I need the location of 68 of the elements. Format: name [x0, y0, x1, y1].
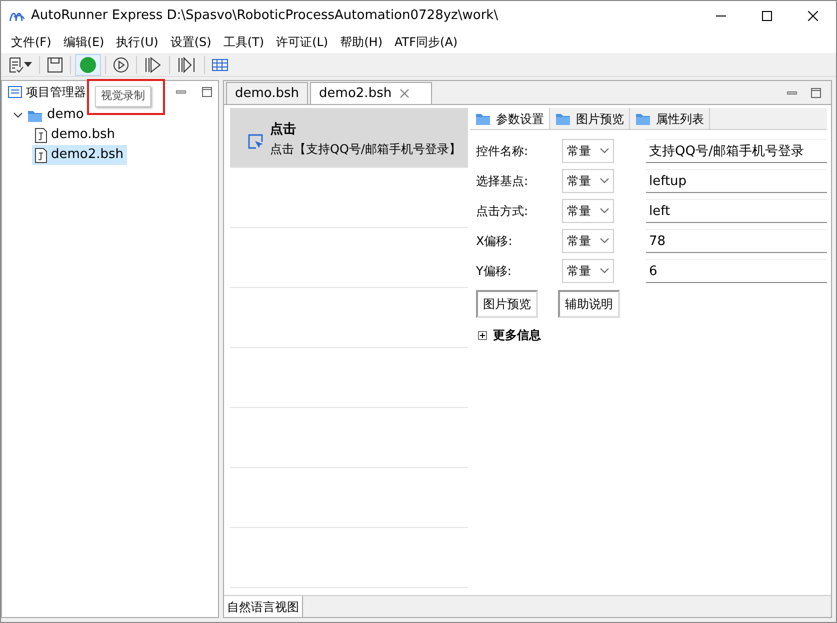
- menu-item[interactable]: 帮助(H): [334, 33, 389, 51]
- chevron-down-icon: [600, 238, 609, 244]
- value-field[interactable]: left: [646, 199, 827, 223]
- folder-icon: [475, 111, 491, 126]
- step-over-icon: [177, 56, 197, 72]
- mode-dropdown[interactable]: 常量: [562, 169, 614, 193]
- mode-dropdown[interactable]: 常量: [562, 259, 614, 283]
- expand-icon[interactable]: [478, 330, 487, 340]
- save-icon: [47, 56, 63, 72]
- value-field[interactable]: leftup: [646, 169, 827, 193]
- menu-item[interactable]: 设置(S): [164, 33, 218, 51]
- record-button[interactable]: [75, 54, 101, 76]
- action-button[interactable]: 辅助说明: [558, 290, 620, 318]
- editor-tab[interactable]: demo2.bsh: [310, 82, 432, 104]
- step-row[interactable]: 点击 点击【支持QQ号/邮箱手机号登录】: [230, 108, 468, 168]
- record-icon: [79, 56, 97, 74]
- maximize-icon[interactable]: [202, 87, 212, 97]
- panel-title: 项目管理器: [26, 84, 86, 101]
- chevron-down-icon: [600, 178, 609, 184]
- tooltip: 视觉录制: [95, 86, 151, 106]
- checklist-icon: [8, 56, 24, 72]
- view-tab[interactable]: 自然语言视图: [224, 596, 303, 617]
- folder-icon: [635, 111, 651, 126]
- chevron-down-icon: [600, 208, 609, 214]
- field-label: Y偏移:: [476, 263, 512, 280]
- value-field[interactable]: 6: [646, 259, 827, 283]
- action-button[interactable]: 图片预览: [476, 290, 538, 318]
- value-field[interactable]: 78: [646, 229, 827, 253]
- section-label: 更多信息: [493, 327, 541, 344]
- menu-item[interactable]: 许可证(L): [270, 33, 334, 51]
- chevron-down-icon[interactable]: [13, 110, 23, 120]
- tree-item[interactable]: demo2.bsh: [32, 145, 127, 165]
- mode-dropdown[interactable]: 常量: [562, 139, 614, 163]
- step-icon: [144, 56, 162, 72]
- folder-icon: [555, 111, 571, 126]
- mode-dropdown[interactable]: 常量: [562, 229, 614, 253]
- editor-tab[interactable]: demo.bsh: [226, 82, 308, 104]
- property-tab[interactable]: 参数设置: [470, 108, 550, 129]
- field-label: 控件名称:: [476, 143, 530, 160]
- tree-item[interactable]: demo: [10, 105, 87, 125]
- mode-dropdown[interactable]: 常量: [562, 199, 614, 223]
- maximize-icon[interactable]: [811, 88, 821, 98]
- window-title: AutoRunner Express D:\Spasvo\RoboticProcessAutomation0728yz\work\: [31, 7, 500, 26]
- field-label: X偏移:: [476, 233, 514, 250]
- tree-item[interactable]: demo.bsh: [32, 125, 118, 145]
- file-icon: [35, 128, 47, 142]
- chevron-down-icon: [600, 148, 609, 154]
- table-icon: [212, 58, 228, 70]
- caret-icon: [24, 62, 32, 67]
- step-title: 点击: [270, 121, 297, 139]
- menu-item[interactable]: 执行(U): [110, 33, 164, 51]
- maximize-icon: [762, 11, 772, 21]
- close-icon: [808, 11, 818, 21]
- list-icon: [8, 86, 22, 98]
- close-icon[interactable]: [400, 89, 409, 98]
- click-icon: [248, 134, 264, 150]
- file-icon: [35, 148, 47, 162]
- menu-item[interactable]: 编辑(E): [57, 33, 110, 51]
- app-logo-icon: [9, 10, 25, 22]
- menu-item[interactable]: 工具(T): [217, 33, 270, 51]
- field-label: 选择基点:: [476, 173, 530, 190]
- play-icon: [113, 56, 129, 72]
- value-field[interactable]: 支持QQ号/邮箱手机号登录: [646, 139, 827, 163]
- menu-item[interactable]: ATF同步(A): [388, 33, 464, 51]
- menu-item[interactable]: 文件(F): [5, 33, 58, 51]
- step-description: 点击【支持QQ号/邮箱手机号登录】: [270, 140, 461, 158]
- field-label: 点击方式:: [476, 203, 530, 220]
- chevron-down-icon: [600, 268, 609, 274]
